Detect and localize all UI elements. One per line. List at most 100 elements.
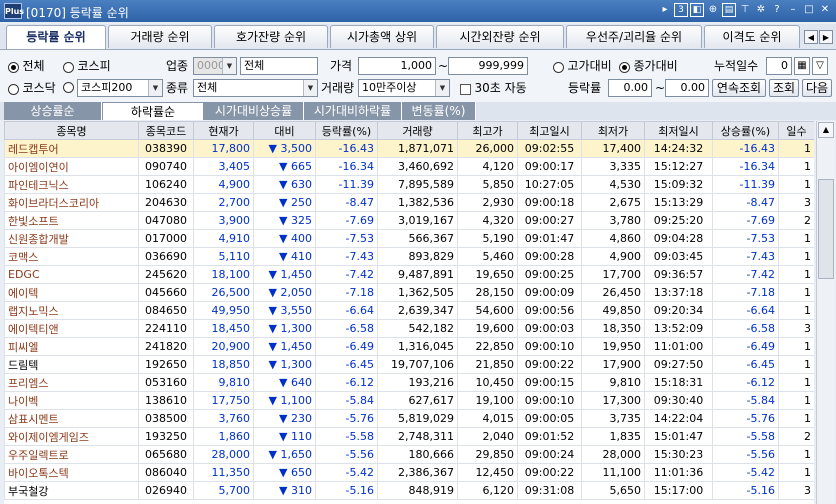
header-high-time[interactable]: 최고일시 — [517, 121, 582, 140]
table-row[interactable]: 우주일렉트로 065680 28,000 ▼ 1,650 -5.56 180,666 29,8… — [4, 445, 814, 464]
header-days[interactable]: 일수 — [778, 121, 814, 140]
cell-high: 5,190 — [457, 229, 518, 248]
table-row[interactable]: 드림텍 192650 18,850 ▼ 1,300 -6.45 19,707,106 21,8… — [4, 355, 814, 374]
cell-rise-rate: -11.39 — [712, 175, 779, 194]
rate-to-input[interactable]: 0.00 — [665, 79, 709, 97]
table-row[interactable]: 에이텍 045660 26,500 ▼ 2,050 -7.18 1,362,505 28,15… — [4, 283, 814, 302]
header-low[interactable]: 최저가 — [581, 121, 645, 140]
table-row[interactable]: 한빛소프트 047080 3,900 ▼ 325 -7.69 3,019,167 4,320 0… — [4, 211, 814, 230]
table-row[interactable]: 랩지노믹스 084650 49,950 ▼ 3,550 -6.64 2,639,347 54,… — [4, 301, 814, 320]
close-icon[interactable]: ✕ — [818, 3, 832, 17]
table-row[interactable]: 코맥스 036690 5,110 ▼ 410 -7.43 893,829 5,460 09:00… — [4, 247, 814, 266]
cell-code: 224110 — [138, 319, 194, 338]
tab-rate-rank[interactable]: 등락률 순위 — [6, 25, 106, 50]
cell-low-time: 09:36:57 — [644, 265, 713, 284]
grid-scrollbar[interactable]: ▲ — [816, 121, 835, 504]
subtab-fall[interactable]: 하락률순 — [102, 102, 204, 120]
table-row[interactable]: 와이제이엠게임즈 193250 1,860 ▼ 110 -5.58 2,748,311 2,0… — [4, 427, 814, 446]
table-row[interactable]: 레드캡투어 038390 17,800 ▼ 3,500 -16.43 1,871,071 26… — [4, 139, 814, 158]
table-row[interactable]: 화이브라더스코리아 204630 2,700 ▼ 250 -8.47 1,382,536 2,… — [4, 193, 814, 212]
tab-disparity-rank[interactable]: 이격도 순위 — [704, 25, 800, 48]
cell-low: 4,860 — [581, 229, 645, 248]
cell-days: 3 — [778, 481, 814, 500]
minimize-icon[interactable]: – — [786, 3, 800, 17]
table-row[interactable]: 삼표시멘트 038500 3,760 ▼ 230 -5.76 5,819,029 4,015 0… — [4, 409, 814, 428]
industry-name-input[interactable]: 전체 — [240, 57, 318, 75]
radio-market-kospi[interactable]: 코스피 — [63, 58, 111, 74]
header-rate[interactable]: 등락률(%) — [315, 121, 378, 140]
cell-change: ▼ 2,050 — [253, 283, 316, 302]
table-row[interactable]: 신원종합개발 017000 4,910 ▼ 400 -7.53 566,367 5,190 09… — [4, 229, 814, 248]
menu-arrow-icon[interactable]: ▸ — [658, 3, 672, 17]
pin-icon[interactable]: ⊤ — [738, 3, 752, 17]
cell-high: 19,650 — [457, 265, 518, 284]
query-button[interactable]: 조회 — [769, 79, 799, 97]
zoom-icon[interactable]: ⊕ — [706, 3, 720, 17]
filter-icon[interactable]: ▽ — [812, 57, 828, 75]
radio-index[interactable] — [63, 80, 74, 93]
industry-code-input[interactable]: 0000 ▼ — [193, 57, 237, 75]
tabs-right-icon[interactable]: ▶ — [819, 30, 833, 44]
auto-refresh-checkbox[interactable]: 30초 자동 — [460, 80, 527, 96]
header-volume[interactable]: 거래량 — [377, 121, 458, 140]
cell-price: 28,000 — [193, 445, 254, 464]
volume-select[interactable]: 10만주이상 ▼ — [358, 79, 450, 97]
change-value: 325 — [291, 214, 312, 227]
header-name[interactable]: 종목명 — [4, 121, 139, 140]
table-row[interactable]: 나이벡 138610 17,750 ▼ 1,100 -5.84 627,617 19,100 0… — [4, 391, 814, 410]
next-button[interactable]: 다음 — [802, 79, 832, 97]
tab-preferred-rank[interactable]: 우선주/괴리율 순위 — [566, 25, 702, 48]
radio-market-kosdaq[interactable]: 코스닥 — [8, 80, 56, 96]
tab-orderbook-rank[interactable]: 호가잔량 순위 — [214, 25, 328, 48]
header-rise-rate[interactable]: 상승률(%) — [712, 121, 779, 140]
radio-close-compare[interactable]: 종가대비 — [619, 58, 678, 74]
tabs-left-icon[interactable]: ◀ — [804, 30, 818, 44]
price-to-input[interactable]: 999,999 — [448, 57, 528, 75]
tab-afterhours-rank[interactable]: 시간외잔량 순위 — [436, 25, 564, 48]
scroll-up-icon[interactable]: ▲ — [818, 122, 834, 138]
print-icon[interactable]: ▤ — [722, 3, 736, 17]
scroll-thumb[interactable] — [818, 179, 834, 279]
copy-icon[interactable]: ◧ — [690, 3, 704, 17]
tab-volume-rank[interactable]: 거래량 순위 — [108, 25, 212, 48]
price-from-input[interactable]: 1,000 — [358, 57, 436, 75]
table-row[interactable]: EDGC 245620 18,100 ▼ 1,450 -7.42 9,487,891 19,6… — [4, 265, 814, 284]
subtab-open-rise[interactable]: 시가대비상승률 — [204, 102, 304, 120]
table-row[interactable]: 아이엠이연이 090740 3,405 ▼ 665 -16.34 3,460,692 4,12… — [4, 157, 814, 176]
maximize-icon[interactable]: □ — [802, 3, 816, 17]
radio-high-compare[interactable]: 고가대비 — [553, 58, 612, 74]
cell-volume: 2,748,311 — [377, 427, 458, 446]
cell-code: 090740 — [138, 157, 194, 176]
header-low-time[interactable]: 최저일시 — [644, 121, 713, 140]
cell-price: 5,110 — [193, 247, 254, 266]
tab-marketcap-rank[interactable]: 시가총액 상위 — [330, 25, 434, 48]
link-group-icon[interactable]: 3 — [674, 3, 688, 17]
subtab-open-fall[interactable]: 시가대비하락률 — [304, 102, 402, 120]
radio-market-all[interactable]: 전체 — [8, 58, 45, 74]
settings-icon[interactable]: ✲ — [754, 3, 768, 17]
cell-rise-rate: -7.69 — [712, 211, 779, 230]
cell-code: 047080 — [138, 211, 194, 230]
header-price[interactable]: 현재가 — [193, 121, 254, 140]
table-row[interactable]: 에이텍티앤 224110 18,450 ▼ 1,300 -6.58 542,182 19,60… — [4, 319, 814, 338]
table-row[interactable]: 프리엠스 053160 9,810 ▼ 640 -6.12 193,216 10,450 09:… — [4, 373, 814, 392]
table-row[interactable]: 파인테크닉스 106240 4,900 ▼ 630 -11.39 7,895,589 5,85… — [4, 175, 814, 194]
cell-rate: -6.64 — [315, 301, 378, 320]
header-code[interactable]: 종목코드 — [138, 121, 194, 140]
header-change[interactable]: 대비 — [253, 121, 316, 140]
subtab-volatility[interactable]: 변동률(%) — [402, 102, 476, 120]
days-input[interactable]: 0 — [766, 57, 792, 75]
type-select[interactable]: 전체 ▼ — [193, 79, 318, 97]
subtab-rise[interactable]: 상승률순 — [4, 102, 102, 120]
table-row[interactable]: 바이오톡스텍 086040 11,350 ▼ 650 -5.42 2,386,367 12,4… — [4, 463, 814, 482]
calendar-icon[interactable]: ▦ — [794, 57, 810, 75]
rate-from-input[interactable]: 0.00 — [608, 79, 652, 97]
help-icon[interactable]: ? — [770, 3, 784, 17]
header-high[interactable]: 최고가 — [457, 121, 518, 140]
cell-low-time: 15:12:27 — [644, 157, 713, 176]
continuous-query-button[interactable]: 연속조회 — [712, 79, 766, 97]
table-row[interactable]: 부국철강 026940 5,700 ▼ 310 -5.16 848,919 6,120 09:3… — [4, 481, 814, 500]
table-row[interactable]: 피씨엘 241820 20,900 ▼ 1,450 -6.49 1,316,045 22,85… — [4, 337, 814, 356]
index-select[interactable]: 코스피200 ▼ — [77, 79, 163, 97]
change-value: 650 — [291, 466, 312, 479]
